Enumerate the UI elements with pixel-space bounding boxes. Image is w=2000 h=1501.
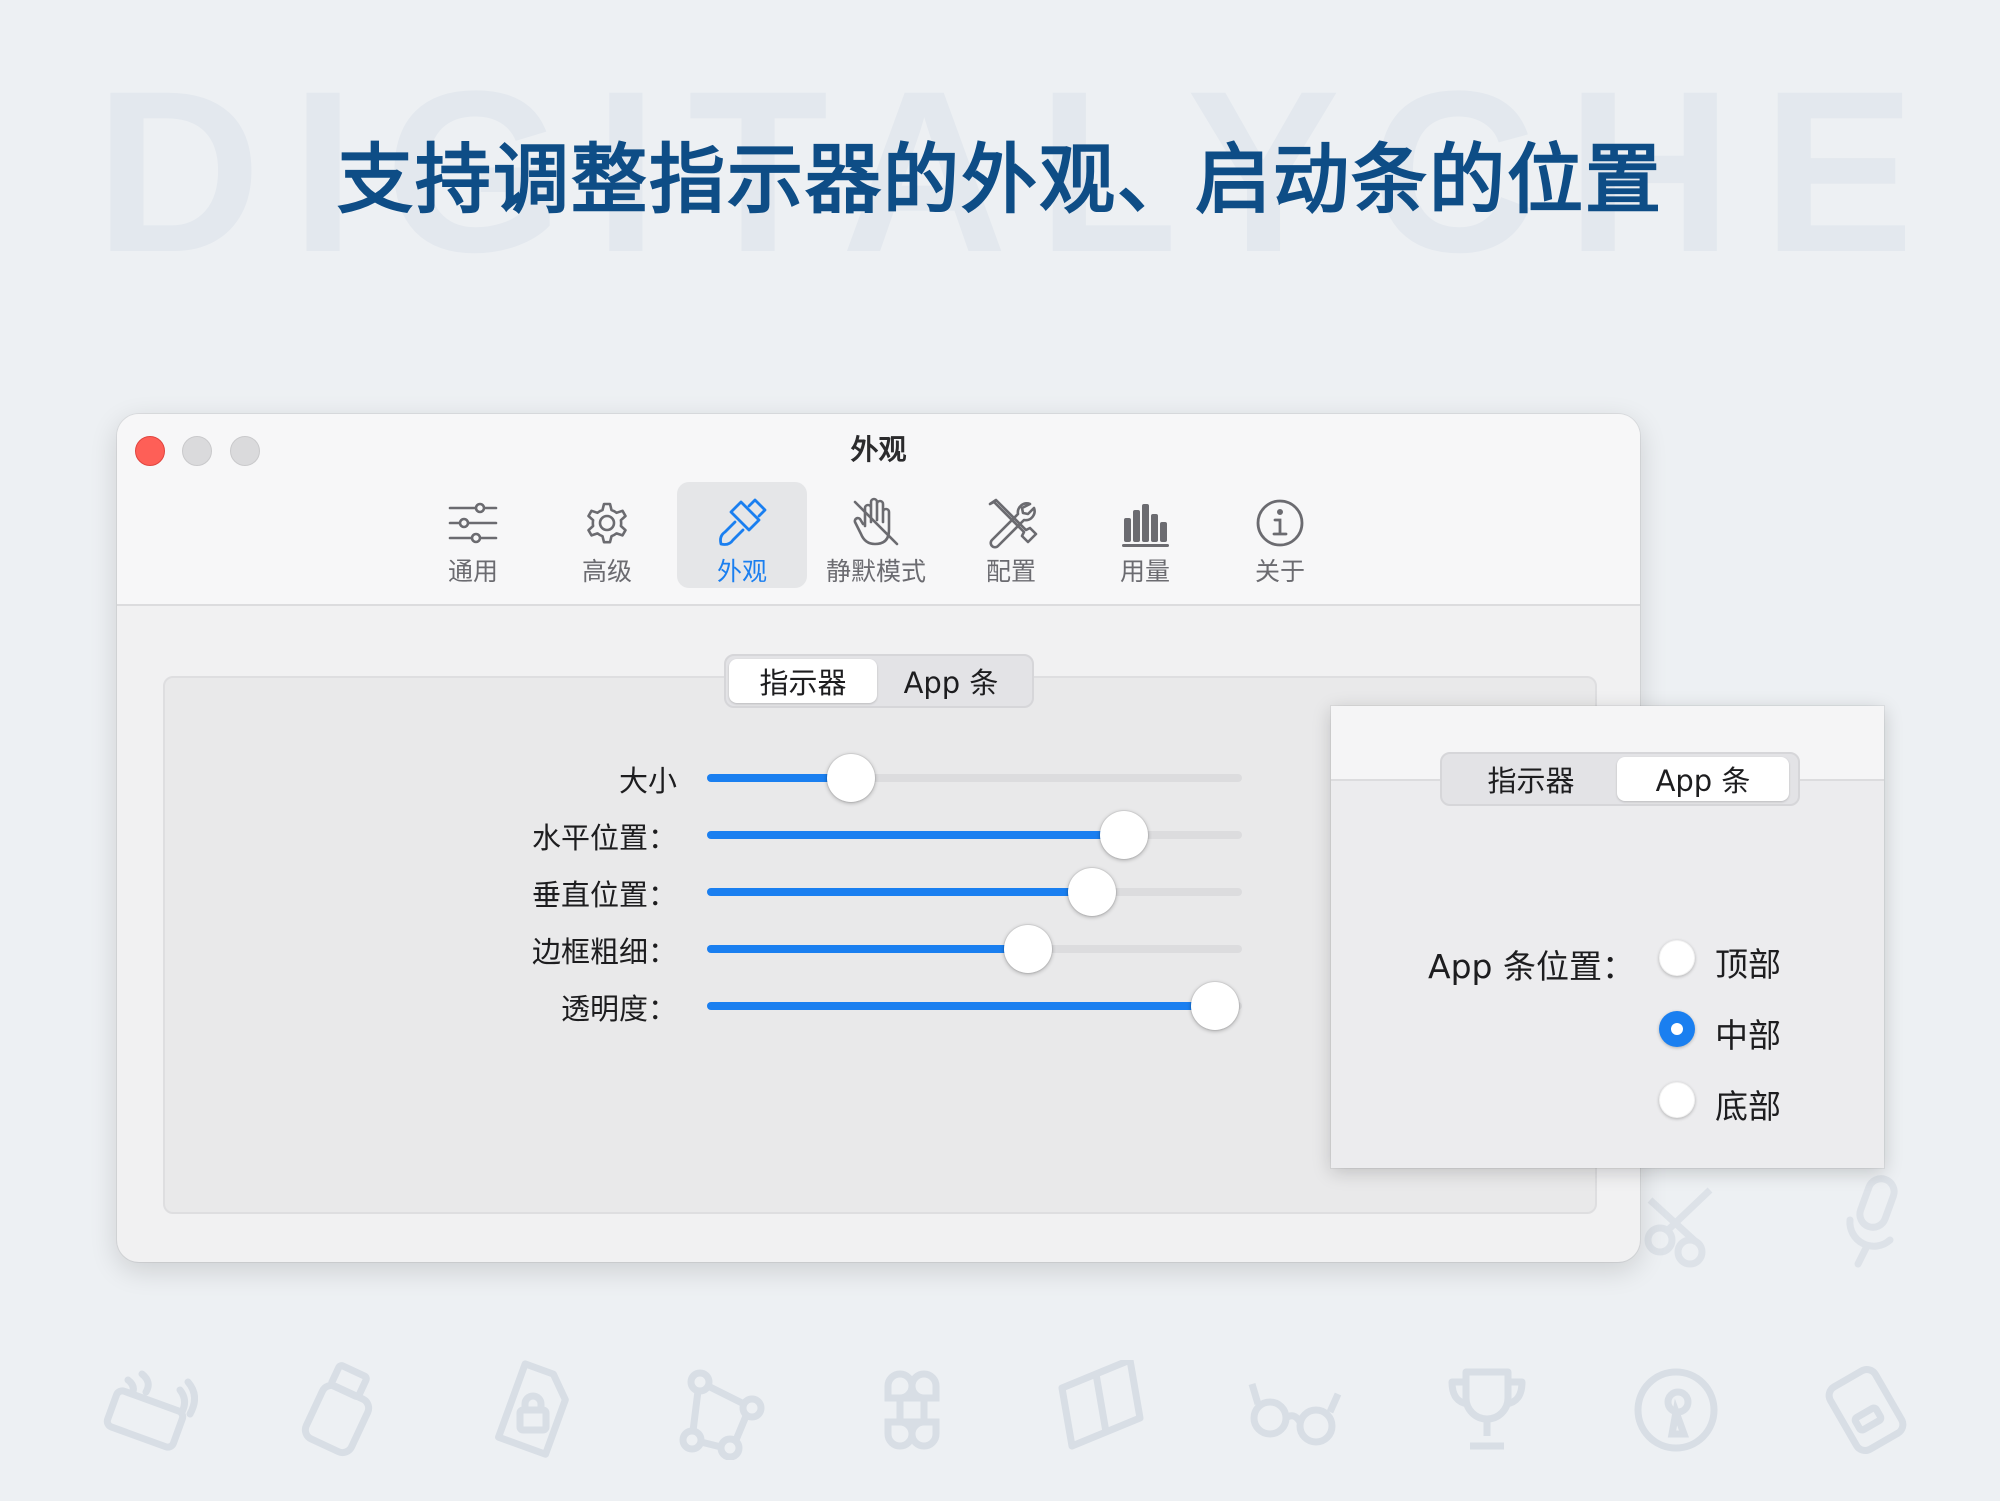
window-toolbar: 外观 通用 高级 外观 静默模式 配置 用量 关于 (117, 414, 1640, 606)
app-bar-settings-window: 指示器 App 条 App 条位置： 顶部 中部 底部 (1331, 706, 1884, 1168)
tab-configuration[interactable]: 配置 (946, 482, 1076, 588)
opacity-slider-row: 透明度： (117, 980, 1317, 1030)
vector-nodes-icon (670, 1360, 770, 1461)
slider-label: 大小 (618, 764, 677, 798)
paintbrush-icon (715, 496, 769, 550)
tab-silent-mode[interactable]: 静默模式 (811, 482, 941, 588)
slider-fill (707, 945, 1028, 953)
segment-app-bar[interactable]: App 条 (877, 659, 1025, 703)
tab-appearance[interactable]: 外观 (677, 482, 807, 588)
bar-chart-icon (1118, 496, 1172, 550)
slider-knob[interactable] (1068, 868, 1117, 916)
segmented-control: 指示器 App 条 (724, 654, 1034, 708)
slider-knob[interactable] (1100, 811, 1149, 859)
radio-label: 中部 (1715, 1016, 1781, 1055)
slider-knob[interactable] (1004, 925, 1052, 973)
scissors-icon (1630, 1170, 1730, 1270)
app-bar-position-label: App 条位置： (1428, 947, 1635, 986)
size-slider[interactable] (707, 754, 1242, 802)
gear-icon (580, 496, 634, 550)
locked-file-icon (480, 1360, 580, 1460)
command-key-icon (862, 1360, 962, 1460)
vertical-position-slider[interactable] (707, 868, 1242, 916)
tab-general[interactable]: 通用 (408, 482, 538, 588)
printer-icon (98, 1360, 198, 1460)
tab-label: 关于 (1254, 557, 1305, 586)
radio-button[interactable] (1659, 1011, 1695, 1047)
tab-label: 配置 (985, 557, 1036, 586)
slider-fill (707, 1002, 1216, 1010)
slider-label: 水平位置： (531, 821, 677, 855)
book-icon (1052, 1356, 1152, 1460)
slider-fill (707, 888, 1093, 896)
keyhole-icon (1626, 1360, 1726, 1460)
size-slider-row: 大小 (117, 752, 1317, 802)
tab-label: 高级 (581, 557, 632, 586)
trophy-icon (1436, 1360, 1536, 1460)
segment-indicator[interactable]: 指示器 (1445, 757, 1617, 801)
info-icon (1253, 496, 1307, 550)
tab-about[interactable]: 关于 (1215, 482, 1345, 588)
tab-label: 通用 (447, 557, 498, 586)
slider-knob[interactable] (1191, 982, 1240, 1030)
tab-advanced[interactable]: 高级 (542, 482, 672, 588)
radio-button[interactable] (1659, 1082, 1695, 1118)
slider-knob[interactable] (827, 754, 876, 802)
slider-fill (707, 831, 1125, 839)
glasses-icon (1244, 1360, 1344, 1460)
segment-indicator[interactable]: 指示器 (729, 659, 877, 703)
horizontal-position-slider-row: 水平位置： (117, 809, 1317, 859)
border-width-slider-row: 边框粗细： (117, 923, 1317, 973)
vertical-position-slider-row: 垂直位置： (117, 866, 1317, 916)
page-headline: 支持调整指示器的外观、启动条的位置 (337, 135, 1663, 224)
tab-label: 静默模式 (825, 557, 926, 586)
window-title: 外观 (850, 433, 907, 466)
tab-usage[interactable]: 用量 (1080, 482, 1210, 588)
opacity-slider[interactable] (707, 982, 1242, 1030)
radio-label: 底部 (1715, 1087, 1781, 1126)
radio-label: 顶部 (1715, 945, 1781, 984)
wrench-screwdriver-icon (984, 496, 1038, 550)
segmented-control: 指示器 App 条 (1440, 752, 1800, 806)
slider-label: 透明度： (560, 992, 677, 1026)
sliders-icon (446, 496, 500, 550)
hard-drive-icon (1818, 1360, 1918, 1460)
slider-label: 边框粗细： (531, 935, 677, 969)
tab-label: 用量 (1119, 557, 1170, 586)
horizontal-position-slider[interactable] (707, 811, 1242, 859)
microphone-icon (1822, 1170, 1922, 1270)
radio-button[interactable] (1659, 940, 1695, 976)
border-width-slider[interactable] (707, 925, 1242, 973)
slider-label: 垂直位置： (531, 878, 677, 912)
segment-app-bar[interactable]: App 条 (1617, 757, 1789, 801)
hand-slash-icon (849, 496, 903, 550)
usb-drive-icon (290, 1360, 390, 1460)
tab-label: 外观 (716, 557, 767, 586)
